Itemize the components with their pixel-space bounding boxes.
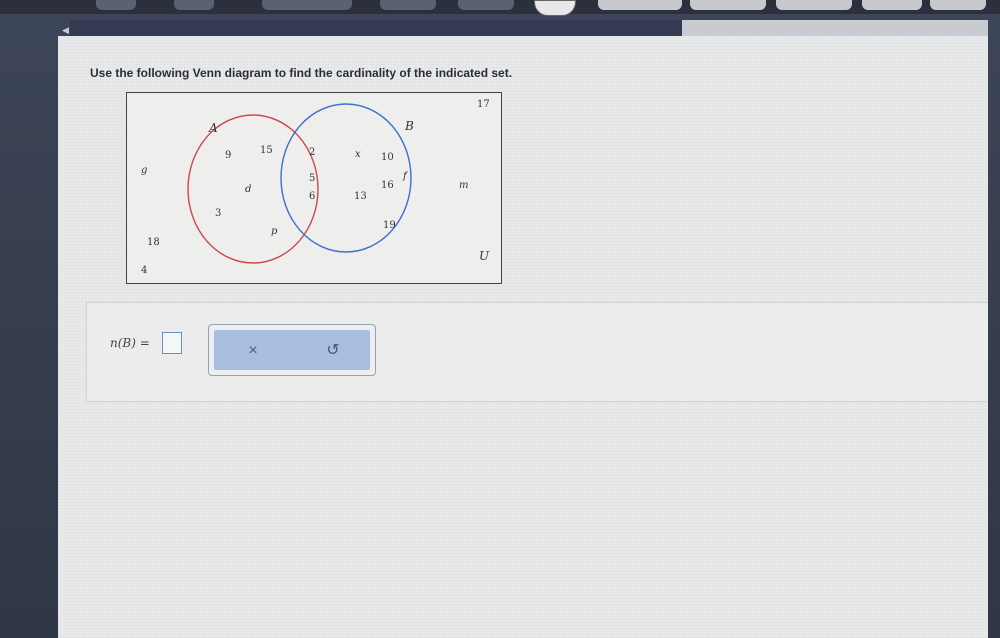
top-tab[interactable] [598,0,682,10]
element-outside: 18 [147,237,160,248]
element-a-and-b: 5 [309,173,316,184]
answer-area-edge [86,302,87,400]
element-b-only: 16 [381,180,394,191]
element-a-and-b: 2 [309,147,316,158]
top-tab[interactable] [930,0,986,10]
element-a-and-b: 6 [309,191,316,202]
set-a-label: A [209,121,218,135]
clear-button[interactable]: × [238,338,268,364]
top-tab[interactable] [776,0,852,10]
element-b-only: 10 [381,152,394,163]
element-a-only: 9 [225,150,232,161]
element-b-only: 19 [383,220,396,231]
element-outside: m [459,180,469,191]
element-b-only: 13 [354,191,367,202]
set-a-circle [187,114,319,264]
element-a-only: 15 [260,145,273,156]
top-tab[interactable] [174,0,214,10]
question-prompt: Use the following Venn diagram to find t… [90,66,513,80]
top-tab[interactable] [862,0,922,10]
element-a-only: 3 [215,208,222,219]
header-bar [70,20,682,36]
hand-cursor-icon [534,0,576,16]
answer-label: n(B) = [110,336,150,350]
venn-diagram: A B U 9 15 d 3 p 2 5 6 x 10 16 f 13 19 1… [126,92,502,284]
element-outside: 4 [141,265,148,276]
set-b-label: B [405,119,414,133]
element-a-only: p [271,226,278,237]
element-a-only: d [245,184,252,195]
back-arrow-icon[interactable]: ◀ [62,25,69,36]
venn-circles [187,103,412,264]
top-tab[interactable] [380,0,436,10]
top-tab[interactable] [690,0,766,10]
element-outside: 17 [477,99,490,110]
undo-button[interactable]: ↺ [318,338,348,364]
answer-input[interactable] [162,332,182,354]
element-b-only: x [355,149,361,160]
top-tab[interactable] [262,0,352,10]
header-bar-right [682,20,988,36]
element-outside: g [141,165,148,176]
universe-label: U [479,249,490,263]
top-tab[interactable] [458,0,514,10]
element-b-only: f [403,171,407,182]
top-tab[interactable] [96,0,136,10]
